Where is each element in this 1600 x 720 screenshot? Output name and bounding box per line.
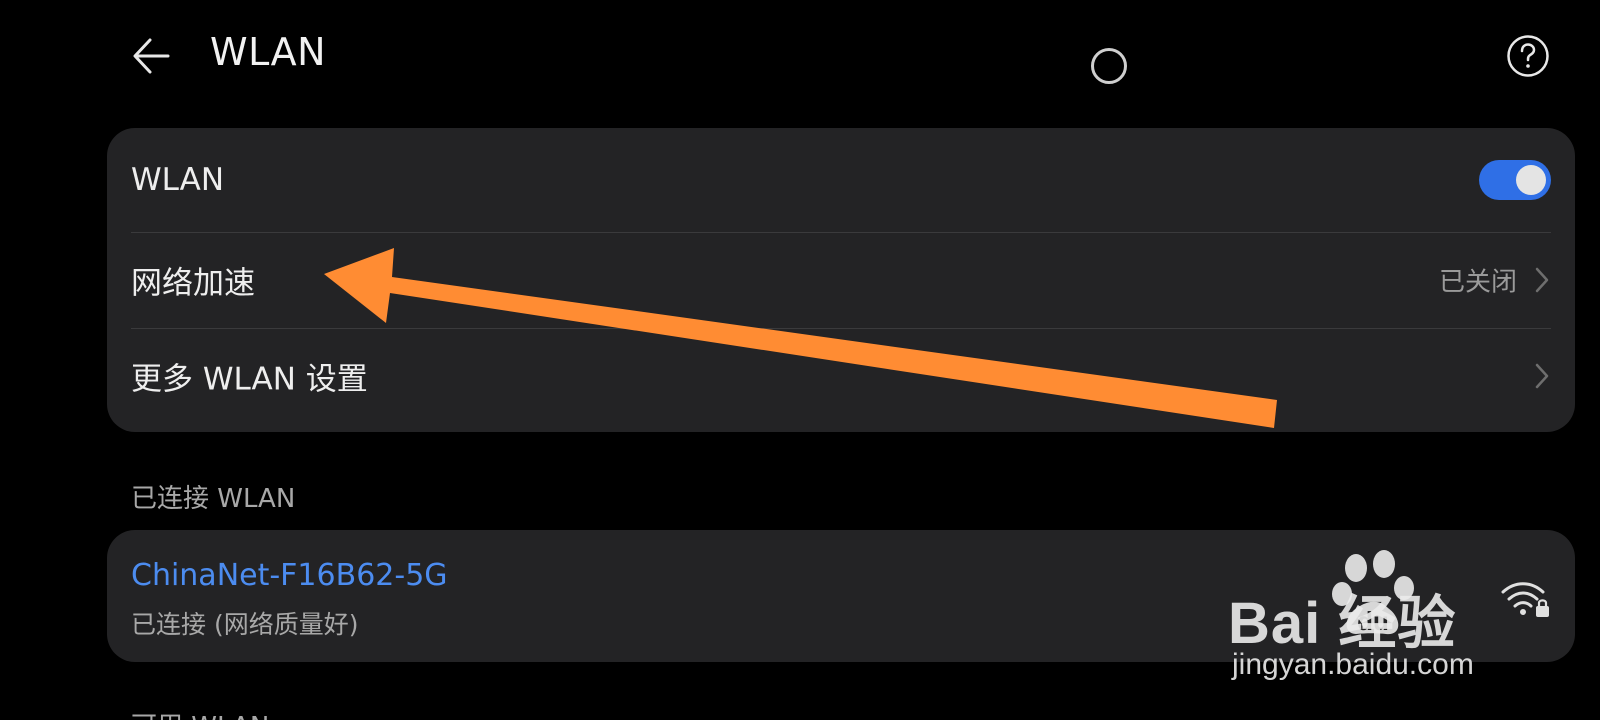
help-button[interactable] (1506, 34, 1550, 78)
chevron-right-icon (1535, 363, 1549, 389)
network-name[interactable]: ChinaNet-F16B62-5G (131, 558, 448, 593)
network-acceleration-label: 网络加速 (131, 265, 255, 302)
help-circle-icon (1507, 35, 1549, 77)
toggle-knob (1516, 165, 1546, 195)
network-acceleration-value: 已关闭 (1438, 267, 1517, 298)
chevron-right-icon (1535, 267, 1549, 293)
back-button[interactable] (128, 32, 176, 80)
wlan-settings-card: WLAN 网络加速 已关闭 更多 WLAN 设置 (107, 128, 1575, 432)
connected-wlan-section-title: 已连接 WLAN (131, 484, 296, 514)
back-arrow-icon (133, 38, 170, 74)
page-title: WLAN (210, 30, 327, 74)
network-status: 已连接 (网络质量好) (131, 610, 359, 639)
more-wlan-settings-label: 更多 WLAN 设置 (131, 361, 368, 398)
watermark-url: jingyan.baidu.com (1232, 648, 1474, 681)
network-acceleration-row[interactable]: 网络加速 已关闭 (131, 232, 1551, 328)
camera-cutout (1091, 48, 1127, 84)
wlan-toggle-switch[interactable] (1479, 160, 1551, 200)
wlan-label: WLAN (131, 162, 225, 198)
baidu-jingyan-watermark: du Bai 经验 jingyan.baidu.com (1228, 548, 1528, 688)
wlan-settings-page: WLAN WLAN 网络加速 已关闭 更多 WLAN 设置 已连接 WLAN C… (0, 0, 1600, 720)
available-wlan-section-title: 可用 WLAN (131, 706, 269, 720)
wlan-toggle-row[interactable]: WLAN (131, 132, 1551, 228)
more-wlan-settings-row[interactable]: 更多 WLAN 设置 (131, 328, 1551, 424)
